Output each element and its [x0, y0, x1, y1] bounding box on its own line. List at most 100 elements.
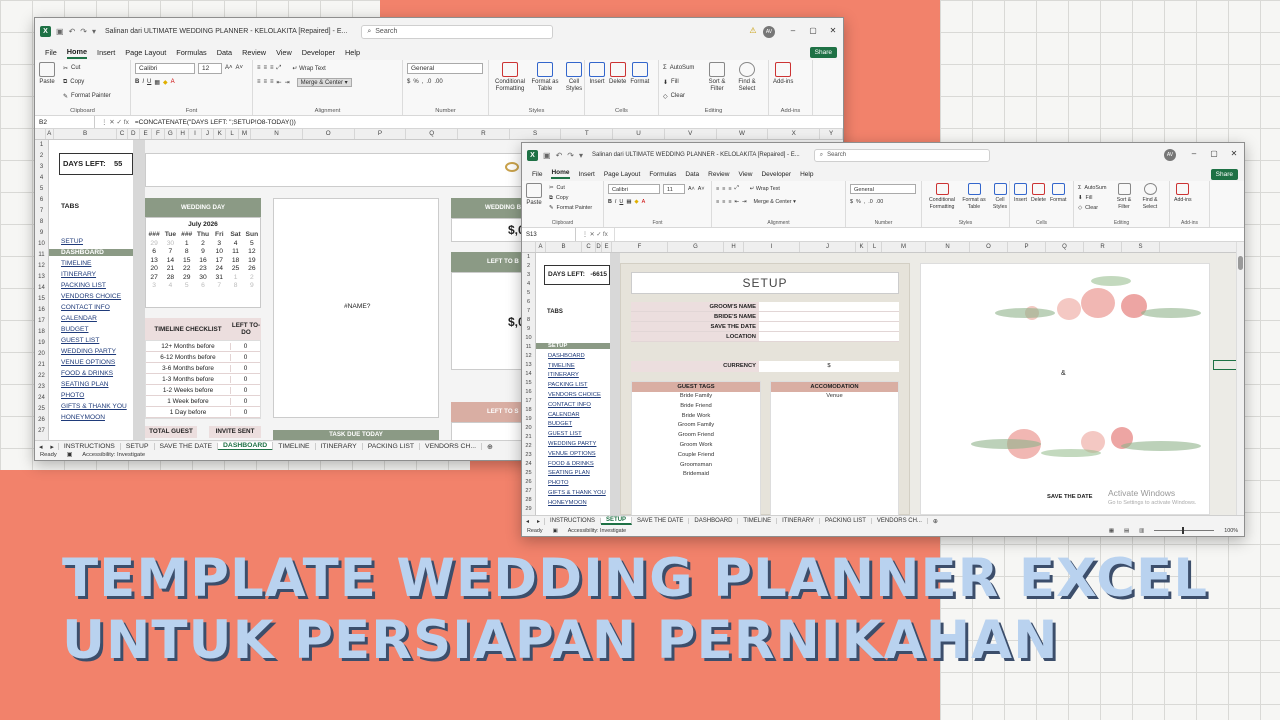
calendar-day[interactable]: 8 — [179, 248, 195, 255]
guest-tag[interactable]: Bride Work — [632, 412, 760, 422]
row-header[interactable]: 16 — [522, 388, 535, 397]
formula-input[interactable]: =CONCATENATE("DAYS LEFT: ";SETUP!O8-TODA… — [135, 119, 296, 126]
shrink-font-icon[interactable]: A˅ — [698, 186, 705, 192]
calendar-day[interactable]: 12 — [244, 248, 260, 255]
calendar-day[interactable]: 15 — [179, 257, 195, 264]
column-header[interactable]: K — [214, 129, 227, 139]
nav-link[interactable]: PACKING LIST — [61, 282, 106, 289]
tab-view[interactable]: View — [738, 171, 752, 178]
sheet-tab[interactable]: SETUP — [601, 517, 633, 525]
row-header[interactable]: 3 — [35, 162, 48, 173]
close-button[interactable]: ✕ — [1224, 149, 1244, 161]
nav-link[interactable]: HONEYMOON — [61, 414, 105, 421]
column-header[interactable]: Y — [820, 129, 843, 139]
column-header[interactable]: T — [561, 129, 614, 139]
nav-link[interactable]: PHOTO — [61, 392, 84, 399]
conditional-formatting-button[interactable]: Conditional Formatting — [493, 62, 527, 113]
column-header[interactable]: R — [1084, 242, 1122, 252]
guest-tag[interactable]: Bride Friend — [632, 402, 760, 412]
fill-button[interactable]: ⬇ Fill — [1078, 193, 1113, 203]
row-header[interactable]: 25 — [522, 469, 535, 478]
zoom-level[interactable]: 100% — [1224, 528, 1238, 534]
calendar-day[interactable]: 11 — [227, 248, 243, 255]
row-header[interactable]: 8 — [522, 316, 535, 325]
orientation-icon[interactable]: ⤢ — [277, 65, 282, 72]
redo-icon[interactable]: ↷ — [80, 27, 87, 36]
decrease-decimal-icon[interactable]: .00 — [434, 79, 442, 85]
redo-icon[interactable]: ↷ — [567, 151, 574, 160]
nav-link[interactable]: VENDORS CHOICE — [61, 293, 121, 300]
nav-link[interactable]: PACKING LIST — [548, 382, 588, 388]
guest-tag[interactable]: Groomsman — [632, 461, 760, 471]
row-header[interactable]: 10 — [35, 239, 48, 250]
row-header[interactable]: 22 — [35, 371, 48, 382]
indent-icon[interactable]: ⇤ — [734, 199, 739, 205]
column-header[interactable]: L — [868, 242, 882, 252]
row-header[interactable]: 17 — [522, 397, 535, 406]
copy-button[interactable]: ⧉ Copy — [63, 76, 111, 88]
calendar-day[interactable]: 5 — [179, 282, 195, 289]
column-header[interactable]: H — [724, 242, 744, 252]
row-header[interactable]: 21 — [35, 360, 48, 371]
column-header[interactable]: B — [54, 129, 118, 139]
sheet-tab[interactable]: SETUP — [121, 443, 155, 450]
format-cells-button[interactable]: Format — [1050, 183, 1066, 225]
sheet-tab[interactable]: SAVE THE DATE — [155, 443, 218, 450]
align-middle-icon[interactable]: ≡ — [264, 65, 268, 71]
nav-link[interactable]: GUEST LIST — [548, 431, 582, 437]
column-header[interactable]: I — [744, 242, 800, 252]
row-header[interactable]: 27 — [35, 426, 48, 437]
row-header[interactable]: 26 — [522, 478, 535, 487]
maximize-button[interactable]: ▢ — [803, 26, 823, 38]
nav-link[interactable]: WEDDING PARTY — [61, 348, 116, 355]
guest-tag[interactable]: Bride Family — [632, 392, 760, 402]
nav-link[interactable]: ITINERARY — [61, 271, 96, 278]
decrease-decimal-icon[interactable]: .00 — [876, 199, 884, 205]
calendar-day[interactable]: 30 — [162, 240, 178, 247]
align-right-icon[interactable]: ≡ — [270, 79, 274, 85]
delete-cells-button[interactable]: Delete — [1031, 183, 1046, 225]
tab-insert[interactable]: Insert — [579, 171, 595, 178]
nav-link[interactable]: GIFTS & THANK YOU — [61, 403, 127, 410]
cell-styles-button[interactable]: Cell Styles — [990, 183, 1010, 225]
nav-link[interactable]: SEATING PLAN — [61, 381, 109, 388]
nav-link[interactable]: SETUP — [536, 343, 610, 349]
align-bottom-icon[interactable]: ≡ — [728, 186, 731, 192]
row-header[interactable]: 28 — [522, 496, 535, 505]
calendar-day[interactable]: 28 — [162, 274, 178, 281]
row-header[interactable]: 2 — [522, 262, 535, 271]
grow-font-icon[interactable]: A˄ — [225, 65, 233, 71]
bold-icon[interactable]: B — [608, 199, 612, 205]
sheet-tab[interactable]: DASHBOARD — [689, 518, 739, 524]
tab-review[interactable]: Review — [242, 48, 266, 57]
column-header[interactable]: N — [926, 242, 970, 252]
row-header[interactable]: 7 — [522, 307, 535, 316]
customize-qat-icon[interactable]: ▾ — [579, 151, 583, 160]
column-header[interactable]: K — [856, 242, 868, 252]
currency-icon[interactable]: $ — [407, 79, 410, 85]
sort-filter-button[interactable]: Sort & Filter — [704, 62, 730, 113]
calendar-day[interactable]: 24 — [211, 265, 227, 272]
align-left-icon[interactable]: ≡ — [257, 79, 261, 85]
undo-icon[interactable]: ↶ — [69, 27, 76, 36]
sheet-tab[interactable]: TIMELINE — [273, 443, 316, 450]
nav-link[interactable]: FOOD & DRINKS — [61, 370, 113, 377]
outdent-icon[interactable]: ⇥ — [742, 199, 747, 205]
close-button[interactable]: ✕ — [823, 26, 843, 38]
column-header[interactable]: V — [665, 129, 717, 139]
column-header[interactable]: G — [165, 129, 177, 139]
column-header[interactable]: S — [1122, 242, 1160, 252]
column-header[interactable]: J — [800, 242, 856, 252]
tab-home[interactable]: Home — [551, 169, 570, 179]
sheet-scroll-left-icon[interactable]: ◂ — [522, 518, 533, 525]
accessibility-status[interactable]: Accessibility: Investigate — [568, 528, 626, 534]
font-name-select[interactable]: Calibri — [608, 183, 660, 194]
setup-field-input[interactable] — [759, 332, 899, 341]
find-select-button[interactable]: Find & Select — [734, 62, 760, 113]
calendar-day[interactable]: 4 — [162, 282, 178, 289]
border-icon[interactable]: ▦ — [154, 79, 160, 86]
row-header[interactable]: 13 — [35, 272, 48, 283]
column-header[interactable]: B — [546, 242, 582, 252]
calendar-day[interactable]: 21 — [162, 265, 178, 272]
column-header[interactable]: O — [303, 129, 355, 139]
